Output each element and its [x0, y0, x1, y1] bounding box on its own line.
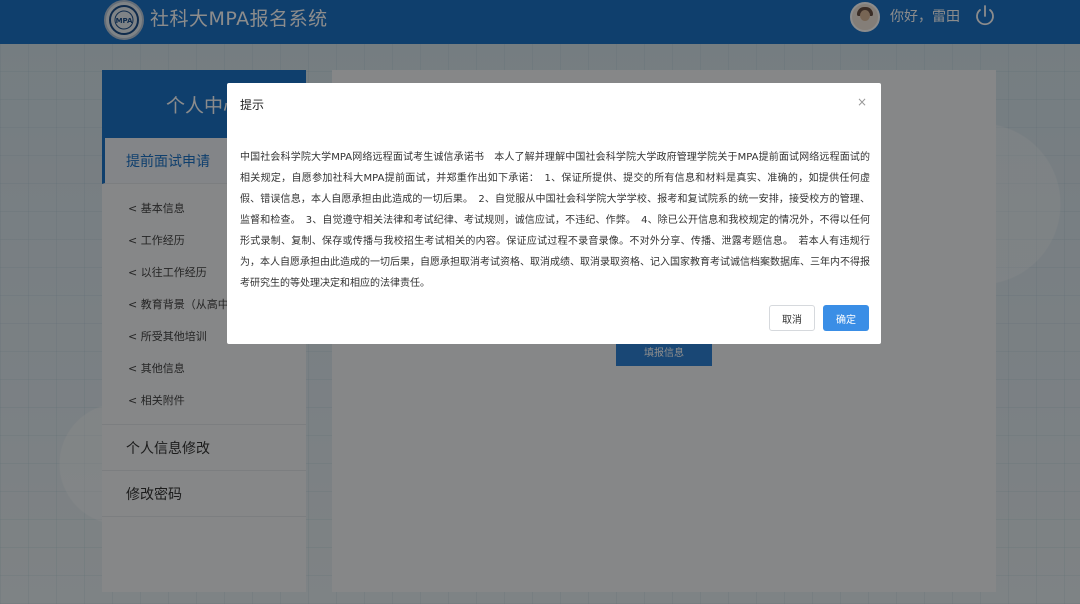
close-icon[interactable]: × [857, 95, 867, 109]
dialog-body-text: 中国社会科学院大学MPA网络远程面试考生诚信承诺书 本人了解并理解中国社会科学院… [240, 152, 870, 289]
cancel-button[interactable]: 取消 [769, 305, 815, 331]
notice-dialog: 提示 × 中国社会科学院大学MPA网络远程面试考生诚信承诺书 本人了解并理解中国… [227, 83, 881, 344]
confirm-button[interactable]: 确定 [823, 305, 869, 331]
dialog-title: 提示 [240, 98, 265, 112]
